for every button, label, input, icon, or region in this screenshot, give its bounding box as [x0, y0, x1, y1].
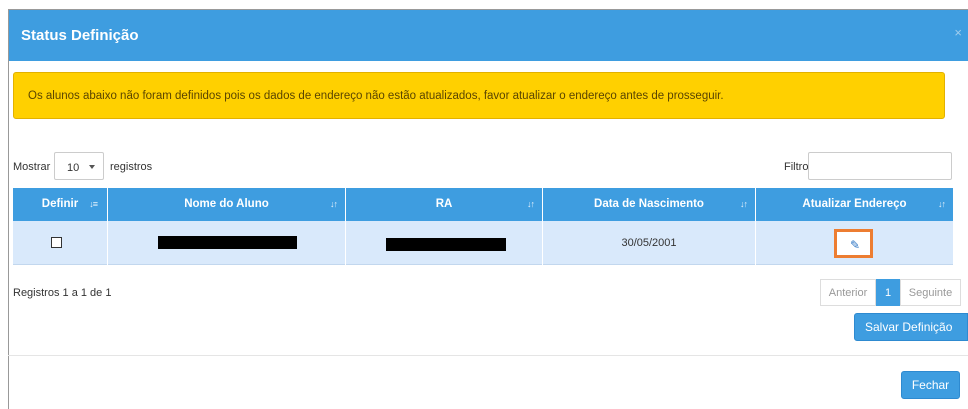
close-button[interactable]: Fechar: [901, 371, 960, 399]
length-suffix: registros: [110, 161, 153, 173]
footer-divider: [8, 355, 968, 356]
pagination-page-1[interactable]: 1: [876, 279, 900, 306]
alert-text: Os alunos abaixo não foram definidos poi…: [28, 90, 724, 102]
sort-icon: ↓↑: [527, 199, 535, 209]
table-header: Definir ↓≡ Nome do Aluno ↓↑ RA ↓↑ Data d…: [13, 188, 953, 221]
column-header-ra[interactable]: RA ↓↑: [346, 188, 543, 221]
column-header-definir[interactable]: Definir ↓≡: [13, 188, 108, 221]
page-length-select[interactable]: 10: [54, 152, 104, 180]
column-header-data-nascimento[interactable]: Data de Nascimento ↓↑: [543, 188, 756, 221]
edit-address-button[interactable]: ✎: [834, 229, 873, 258]
column-label: Data de Nascimento: [594, 198, 704, 210]
birth-date: 30/05/2001: [621, 237, 677, 249]
page-length-value: 10: [67, 162, 80, 174]
table-row: 30/05/2001 ✎: [13, 221, 953, 265]
cell-atualizar-endereco: ✎: [756, 221, 953, 265]
column-header-nome[interactable]: Nome do Aluno ↓↑: [108, 188, 346, 221]
modal-header: Status Definição ×: [9, 10, 968, 61]
column-header-atualizar-endereco[interactable]: Atualizar Endereço ↓↑: [756, 188, 953, 221]
sort-icon: ↓↑: [330, 199, 338, 209]
cell-nome: [108, 221, 346, 265]
pencil-icon: ✎: [850, 238, 861, 252]
sort-icon: ↓↑: [740, 199, 748, 209]
warning-alert: Os alunos abaixo não foram definidos poi…: [13, 72, 945, 119]
close-icon[interactable]: ×: [954, 25, 962, 40]
records-info: Registros 1 a 1 de 1: [13, 287, 112, 299]
length-label: Mostrar: [13, 161, 51, 173]
column-label: Nome do Aluno: [184, 198, 269, 210]
caret-down-icon: [89, 165, 95, 169]
pagination-previous[interactable]: Anterior: [820, 279, 876, 306]
column-label: Definir: [41, 198, 79, 210]
cell-definir: [13, 221, 108, 265]
cell-data-nascimento: 30/05/2001: [543, 221, 756, 265]
redacted-name: [158, 236, 297, 249]
column-label: RA: [435, 198, 453, 210]
filter-label: Filtro: [784, 161, 809, 173]
sort-icon: ↓↑: [938, 199, 946, 209]
definir-checkbox[interactable]: [51, 237, 62, 248]
column-label: Atualizar Endereço: [802, 198, 907, 210]
save-definition-button[interactable]: Salvar Definição: [854, 313, 968, 341]
filter-input[interactable]: [808, 152, 952, 180]
redacted-ra: [386, 238, 506, 251]
sort-numeric-icon: ↓≡: [89, 199, 98, 209]
cell-ra: [346, 221, 543, 265]
pagination-next[interactable]: Seguinte: [900, 279, 961, 306]
modal-title: Status Definição: [21, 27, 139, 44]
